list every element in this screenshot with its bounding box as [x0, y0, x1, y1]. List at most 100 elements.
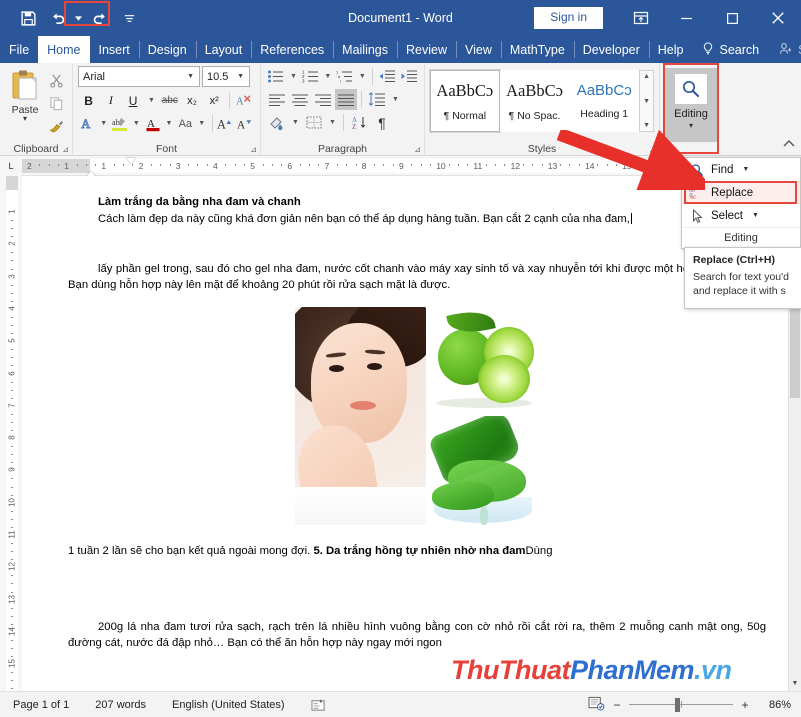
tab-developer[interactable]: Developer [573, 36, 649, 63]
font-name-combo[interactable]: Arial ▼ [78, 66, 200, 87]
scroll-up-icon[interactable]: ▲ [643, 73, 650, 80]
font-color-button[interactable]: A [143, 113, 162, 134]
bullets-button[interactable] [266, 66, 286, 87]
align-center-button[interactable] [289, 89, 311, 110]
document-image[interactable] [68, 307, 766, 526]
document-page[interactable]: Làm trắng da bằng nha đam và chanh Cách … [22, 176, 788, 691]
tab-view[interactable]: View [456, 36, 501, 63]
proofing-icon[interactable] [298, 698, 339, 712]
ribbon-display-options-icon[interactable] [619, 0, 663, 36]
close-button[interactable] [755, 0, 801, 36]
page-indicator[interactable]: Page 1 of 1 [0, 699, 82, 711]
shading-dropdown-icon[interactable]: ▼ [289, 112, 302, 133]
paragraph-dialog-launcher[interactable]: ⊿ [414, 145, 421, 154]
beauty-collage-image[interactable] [294, 307, 540, 526]
scroll-down-icon[interactable]: ▼ [643, 98, 650, 105]
editing-button[interactable]: Editing ▾ [665, 68, 717, 142]
decrease-indent-button[interactable] [377, 66, 397, 87]
shrink-font-button[interactable]: A [236, 113, 255, 134]
style-normal[interactable]: AaBbCɔ ¶ Normal [429, 69, 501, 133]
document-text[interactable]: Làm trắng da bằng nha đam và chanh Cách … [68, 194, 766, 651]
underline-dropdown-icon[interactable]: ▼ [145, 90, 159, 111]
zoom-thumb[interactable] [675, 697, 680, 712]
share-button[interactable]: Share [769, 36, 801, 63]
format-painter-button[interactable] [45, 116, 67, 137]
borders-button[interactable] [303, 112, 325, 133]
zoom-out-button[interactable]: − [611, 698, 623, 712]
collapse-ribbon-button[interactable] [783, 139, 795, 151]
tab-stop-selector[interactable]: L [0, 155, 22, 176]
zoom-in-button[interactable]: + [739, 698, 751, 712]
tab-mathtype[interactable]: MathType [500, 36, 574, 63]
highlight-button[interactable]: ab [111, 113, 130, 134]
line-spacing-button[interactable] [366, 89, 388, 110]
chevron-down-icon[interactable]: ▼ [752, 212, 759, 219]
borders-dropdown-icon[interactable]: ▼ [326, 112, 339, 133]
zoom-level[interactable]: 86% [757, 699, 791, 711]
menu-item-select[interactable]: Select ▼ [682, 204, 800, 227]
highlight-dropdown-icon[interactable]: ▼ [130, 113, 142, 134]
show-formatting-marks-button[interactable]: ¶ [371, 112, 393, 133]
clear-formatting-button[interactable]: A [234, 90, 255, 111]
sort-button[interactable]: AZ [348, 112, 370, 133]
grow-font-button[interactable]: A [216, 113, 235, 134]
tab-insert[interactable]: Insert [90, 36, 139, 63]
tab-review[interactable]: Review [397, 36, 456, 63]
document-area[interactable]: Làm trắng da bằng nha đam và chanh Cách … [22, 176, 788, 691]
style-heading-1[interactable]: AaBbCɔ Heading 1 [569, 70, 640, 132]
multilevel-list-button[interactable]: 1ai [335, 66, 355, 87]
menu-item-find[interactable]: Find ▼ [682, 158, 800, 181]
undo-dropdown-icon[interactable] [74, 5, 83, 31]
redo-icon[interactable] [85, 5, 113, 31]
vertical-ruler[interactable]: 1 2 3 4 5 6 7 8 9 10 11 12 13 14 15 [0, 176, 22, 691]
tab-references[interactable]: References [251, 36, 333, 63]
editing-dropdown-caret[interactable]: ▾ [689, 122, 693, 130]
align-right-button[interactable] [312, 89, 334, 110]
search-box[interactable]: Search [692, 36, 769, 63]
chevron-down-icon[interactable]: ▼ [182, 73, 199, 80]
change-case-dropdown-icon[interactable]: ▼ [196, 113, 208, 134]
tab-mailings[interactable]: Mailings [333, 36, 397, 63]
minimize-button[interactable] [663, 0, 709, 36]
tab-home[interactable]: Home [38, 36, 90, 63]
tab-file[interactable]: File [0, 36, 38, 63]
word-count[interactable]: 207 words [82, 699, 159, 711]
font-size-combo[interactable]: 10.5 ▼ [202, 66, 250, 87]
style-no-spacing[interactable]: AaBbCɔ ¶ No Spac. [499, 70, 570, 132]
maximize-button[interactable] [709, 0, 755, 36]
styles-scrollbar[interactable]: ▲ ▼ ▼ [639, 70, 654, 132]
focus-mode-icon[interactable] [588, 696, 605, 714]
chevron-down-icon[interactable]: ▼ [742, 166, 749, 173]
save-icon[interactable] [14, 5, 42, 31]
text-effects-dropdown-icon[interactable]: ▼ [98, 113, 110, 134]
copy-button[interactable] [45, 93, 67, 114]
language-indicator[interactable]: English (United States) [159, 699, 298, 711]
font-dialog-launcher[interactable]: ⊿ [250, 145, 257, 154]
numbering-button[interactable]: 123 [300, 66, 320, 87]
zoom-slider[interactable] [629, 697, 733, 712]
first-line-indent-marker[interactable] [126, 157, 136, 164]
customize-qat-icon[interactable] [115, 5, 143, 31]
line-spacing-dropdown-icon[interactable]: ▼ [389, 89, 402, 110]
text-effects-button[interactable]: A [78, 113, 97, 134]
bold-button[interactable]: B [78, 90, 99, 111]
underline-button[interactable]: U [122, 90, 143, 111]
scroll-down-icon[interactable]: ▼ [789, 676, 801, 691]
justify-button[interactable] [335, 89, 357, 110]
cut-button[interactable] [45, 70, 67, 91]
superscript-button[interactable]: x² [204, 90, 225, 111]
styles-more-icon[interactable]: ▼ [643, 122, 650, 129]
editing-dropdown-menu[interactable]: Find ▼ ab ac Replace Select ▼ Editing [681, 157, 801, 249]
shading-button[interactable] [266, 112, 288, 133]
subscript-button[interactable]: x₂ [181, 90, 202, 111]
bullets-dropdown-icon[interactable]: ▼ [287, 66, 299, 87]
tab-help[interactable]: Help [648, 36, 693, 63]
paste-dropdown-caret[interactable]: ▾ [23, 115, 27, 123]
increase-indent-button[interactable] [399, 66, 419, 87]
italic-button[interactable]: I [100, 90, 121, 111]
change-case-button[interactable]: Aa [176, 113, 195, 134]
clipboard-dialog-launcher[interactable]: ⊿ [62, 145, 69, 154]
chevron-down-icon[interactable]: ▼ [232, 73, 249, 80]
menu-item-replace[interactable]: ab ac Replace [682, 181, 800, 204]
multilevel-dropdown-icon[interactable]: ▼ [356, 66, 368, 87]
